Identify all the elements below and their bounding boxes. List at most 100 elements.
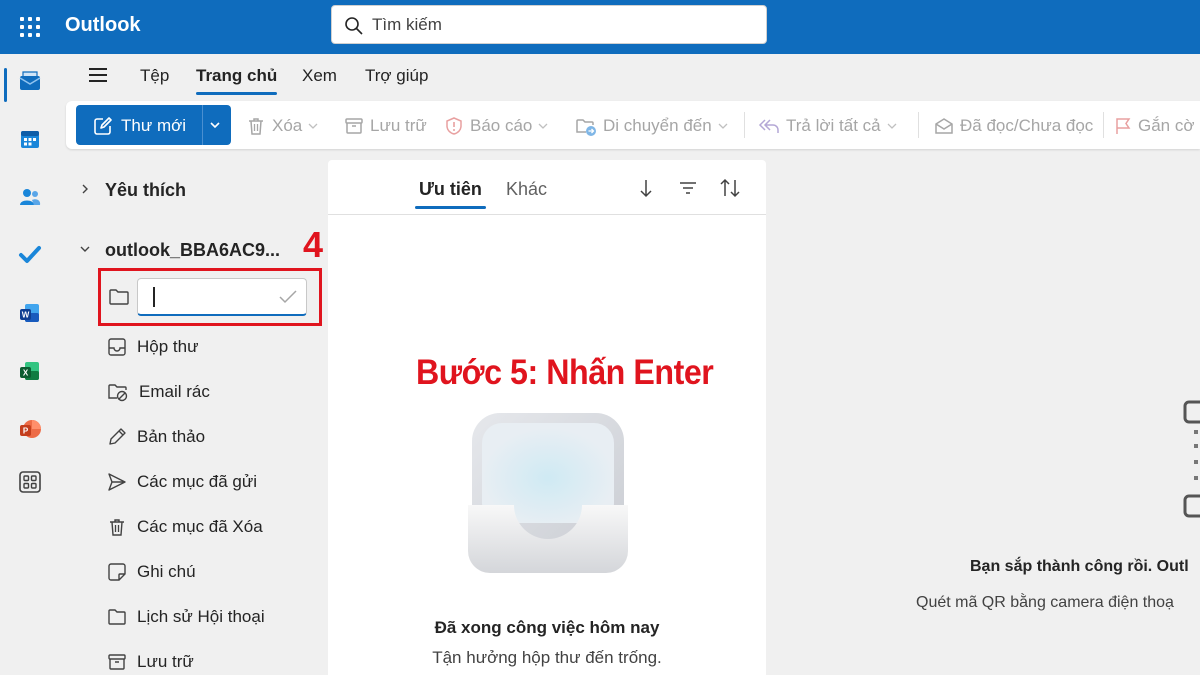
- search-input[interactable]: [372, 12, 752, 38]
- mail-icon[interactable]: [16, 67, 44, 95]
- notes-icon: [108, 563, 126, 581]
- folder-label: Lịch sử Hội thoại: [137, 607, 265, 626]
- new-folder-name-input[interactable]: [137, 278, 307, 316]
- tab-other[interactable]: Khác: [506, 179, 547, 200]
- sort-down-icon[interactable]: [635, 177, 657, 199]
- read-unread-label: Đã đọc/Chưa đọc: [960, 116, 1094, 135]
- reply-all-button[interactable]: Trả lời tất cả: [758, 113, 897, 139]
- chevron-down-icon: [308, 123, 318, 129]
- favorites-header[interactable]: Yêu thích: [105, 180, 186, 201]
- message-list-header: Ưu tiên Khác: [328, 160, 766, 215]
- folder-pane: Yêu thích outlook_BBA6AC9... 4 Hộp thư E…: [62, 160, 327, 675]
- tab-file[interactable]: Tệp: [140, 66, 169, 86]
- toolbar-divider: [744, 112, 745, 138]
- empty-state-subtitle: Tận hưởng hộp thư đến trống.: [432, 648, 662, 667]
- excel-icon[interactable]: X: [16, 357, 44, 385]
- sent-icon: [108, 473, 126, 491]
- folder-icon: [109, 289, 129, 305]
- people-icon[interactable]: [16, 183, 44, 211]
- folder-label: Các mục đã Xóa: [137, 517, 263, 536]
- report-label: Báo cáo: [470, 116, 533, 135]
- flag-button[interactable]: Gắn cờ: [1114, 113, 1195, 139]
- filter-icon[interactable]: [677, 177, 699, 199]
- word-icon[interactable]: W: [16, 299, 44, 327]
- shield-warning-icon: [446, 117, 462, 135]
- delete-label: Xóa: [272, 116, 303, 135]
- tab-view[interactable]: Xem: [302, 66, 337, 86]
- app-title[interactable]: Outlook: [65, 14, 141, 37]
- new-mail-button[interactable]: Thư mới: [76, 105, 231, 145]
- toolbar-divider: [918, 112, 919, 138]
- chevron-right-icon[interactable]: [80, 183, 90, 195]
- folder-archive[interactable]: Lưu trữ: [107, 649, 194, 675]
- checkmark-icon[interactable]: [278, 289, 298, 305]
- compose-icon: [94, 117, 112, 135]
- search-icon: [345, 17, 363, 35]
- empty-state-title: Đã xong công việc hôm nay: [434, 618, 660, 637]
- move-to-button[interactable]: Di chuyển đến: [575, 113, 728, 139]
- envelope-open-icon: [935, 118, 953, 134]
- rail-active-indicator: [4, 68, 7, 102]
- reading-pane-subtitle: Quét mã QR bằng camera điện thoạ: [916, 594, 1174, 611]
- todo-check-icon[interactable]: [16, 241, 44, 269]
- folder-conversation-history[interactable]: Lịch sử Hội thoại: [107, 604, 265, 630]
- ribbon-toolbar: Thư mới Xóa Lưu trữ Báo cáo Di chuyển đế…: [66, 101, 1200, 149]
- chevron-down-icon[interactable]: [209, 119, 221, 131]
- empty-inbox-illustration: [468, 413, 628, 573]
- app-rail: W X P: [0, 54, 62, 675]
- flag-icon: [1116, 118, 1131, 134]
- text-caret: [153, 287, 155, 307]
- report-button[interactable]: Báo cáo: [444, 113, 548, 139]
- tab-help[interactable]: Trợ giúp: [365, 66, 428, 86]
- folder-label: Ghi chú: [137, 562, 196, 581]
- svg-text:W: W: [22, 311, 30, 320]
- new-mail-label: Thư mới: [121, 116, 187, 135]
- tab-home[interactable]: Trang chủ: [196, 66, 278, 95]
- archive-button[interactable]: Lưu trữ: [344, 113, 427, 139]
- apps-icon[interactable]: [16, 468, 44, 496]
- folder-label: Email rác: [139, 382, 210, 401]
- calendar-icon[interactable]: [16, 125, 44, 153]
- tab-focused[interactable]: Ưu tiên: [415, 179, 486, 209]
- trash-icon: [110, 519, 124, 536]
- app-launcher-icon[interactable]: [18, 15, 42, 39]
- reply-all-label: Trả lời tất cả: [786, 116, 881, 135]
- folder-notes[interactable]: Ghi chú: [107, 559, 196, 585]
- delete-button[interactable]: Xóa: [246, 113, 318, 139]
- reading-pane: Bạn sắp thành công rồi. Outl Quét mã QR …: [767, 160, 1200, 675]
- trash-icon: [249, 118, 263, 135]
- folder-label: Các mục đã gửi: [137, 472, 258, 491]
- message-list: Ưu tiên Khác Bước 5: Nhấn Enter Đã xong …: [328, 160, 766, 675]
- archive-icon: [108, 654, 126, 670]
- archive-icon: [345, 118, 363, 134]
- reading-pane-title: Bạn sắp thành công rồi. Outl: [970, 558, 1189, 575]
- flag-label: Gắn cờ: [1138, 116, 1195, 135]
- new-mail-separator: [202, 105, 203, 145]
- drafts-icon: [109, 428, 126, 445]
- folder-inbox[interactable]: Hộp thư: [107, 334, 198, 360]
- qr-code-icon: [1183, 400, 1200, 518]
- folder-move-icon: [576, 119, 596, 136]
- folder-sent[interactable]: Các mục đã gửi: [107, 469, 257, 495]
- folder-junk[interactable]: Email rác: [107, 379, 210, 405]
- search-box[interactable]: [331, 5, 767, 44]
- account-header[interactable]: outlook_BBA6AC9...: [105, 240, 280, 261]
- chevron-down-icon: [538, 123, 548, 129]
- move-to-label: Di chuyển đến: [603, 116, 712, 135]
- step-instruction-annotation: Bước 5: Nhấn Enter: [416, 353, 714, 392]
- sort-order-icon[interactable]: [719, 177, 741, 199]
- read-unread-button[interactable]: Đã đọc/Chưa đọc: [934, 113, 1093, 139]
- chevron-down-icon: [887, 123, 897, 129]
- chevron-down-icon: [718, 123, 728, 129]
- junk-icon: [108, 384, 128, 402]
- powerpoint-icon[interactable]: P: [16, 415, 44, 443]
- folder-icon: [108, 609, 126, 625]
- hamburger-menu-icon[interactable]: [89, 68, 107, 82]
- reply-all-icon: [758, 119, 779, 133]
- folder-deleted[interactable]: Các mục đã Xóa: [107, 514, 263, 540]
- toolbar-divider: [1103, 112, 1104, 138]
- folder-drafts[interactable]: Bản thảo: [107, 424, 205, 450]
- folder-label: Lưu trữ: [137, 652, 194, 671]
- folder-label: Bản thảo: [137, 427, 206, 446]
- chevron-down-icon[interactable]: [79, 244, 91, 254]
